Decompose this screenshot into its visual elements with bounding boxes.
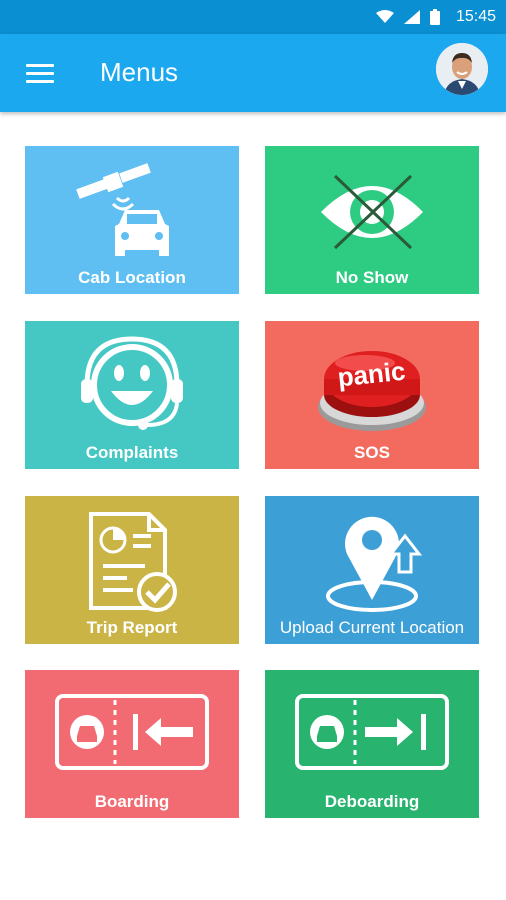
- tile-label: SOS: [354, 443, 390, 462]
- tile-label: Cab Location: [78, 268, 186, 287]
- tile-label: Deboarding: [324, 792, 420, 811]
- tile-label: Upload Current Location: [279, 618, 465, 637]
- tile-cab-location[interactable]: Cab Location: [25, 146, 239, 294]
- tile-trip-report[interactable]: Trip Report: [25, 496, 239, 644]
- tile-label: Trip Report: [86, 618, 178, 637]
- tile-label: No Show: [335, 268, 409, 287]
- tile-upload-current-location[interactable]: Upload Current Location: [265, 496, 479, 644]
- avatar[interactable]: [436, 43, 488, 95]
- tile-sos[interactable]: panic SOS: [265, 321, 479, 469]
- status-time: 15:45: [455, 8, 496, 25]
- tile-complaints[interactable]: Complaints: [25, 321, 239, 469]
- page-title: Menus: [100, 57, 179, 87]
- tile-label: Complaints: [85, 443, 179, 462]
- wifi-icon: [375, 10, 394, 23]
- menu-icon[interactable]: [26, 64, 54, 84]
- signal-icon: [403, 10, 420, 24]
- status-bar: 15:45: [0, 0, 506, 34]
- battery-icon: [429, 9, 440, 25]
- profile-photo-icon: [436, 43, 488, 95]
- app-bar: Menus: [0, 34, 506, 112]
- tile-no-show[interactable]: No Show: [265, 146, 479, 294]
- tile-label: Boarding: [94, 792, 170, 811]
- tile-deboarding[interactable]: Deboarding: [265, 670, 479, 818]
- tile-boarding[interactable]: Boarding: [25, 670, 239, 818]
